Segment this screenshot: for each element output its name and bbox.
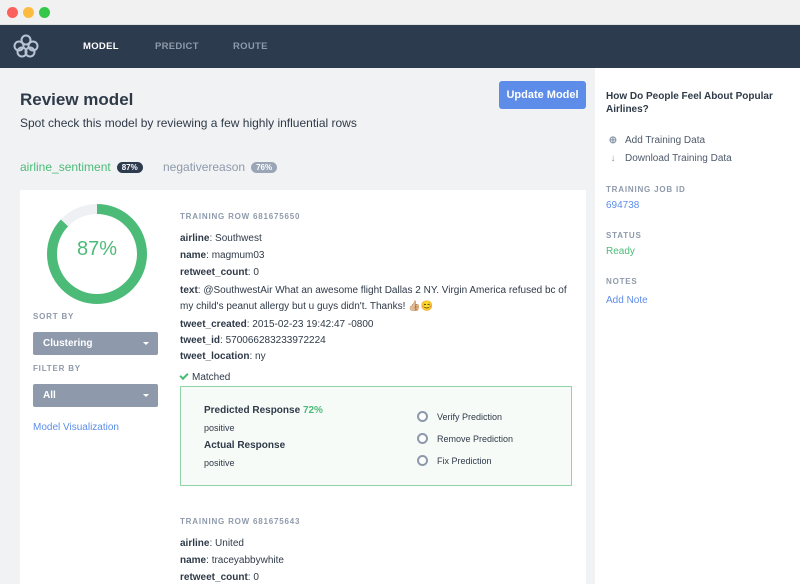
nav-tab-predict[interactable]: PREDICT (155, 41, 199, 52)
radio-button[interactable] (417, 455, 428, 466)
checkmark-icon (179, 370, 189, 381)
sort-by-select[interactable]: Clustering (33, 332, 158, 355)
project-title: How Do People Feel About Popular Airline… (606, 91, 773, 115)
plus-circle-icon: ⊕ (608, 135, 618, 146)
maximize-window-button[interactable] (39, 7, 50, 18)
field-airline: airline: United (180, 538, 244, 549)
nav-tab-route[interactable]: ROUTE (233, 41, 268, 52)
remove-prediction-option[interactable]: Remove Prediction (417, 433, 513, 444)
download-arrow-icon: ↓ (610, 153, 616, 164)
page-title: Review model (20, 90, 134, 109)
field-retweet-count: retweet_count: 0 (180, 572, 259, 583)
minimize-window-button[interactable] (23, 7, 34, 18)
predicted-response-label: Predicted Response 72% (204, 405, 323, 416)
filter-by-select[interactable]: All (33, 384, 158, 407)
nav-tab-model[interactable]: MODEL (83, 41, 119, 52)
field-text: text: @SouthwestAir What an awesome flig… (180, 285, 567, 312)
filter-by-label: FILTER BY (33, 364, 81, 373)
accuracy-pill: 76% (251, 162, 278, 173)
filter-by-value: All (43, 390, 56, 401)
status-label: STATUS (606, 231, 642, 240)
app-logo-icon[interactable] (12, 34, 40, 58)
fix-prediction-option[interactable]: Fix Prediction (417, 455, 492, 466)
radio-button[interactable] (417, 411, 428, 422)
prediction-box: Predicted Response 72% positive Actual R… (180, 386, 572, 486)
top-navbar: MODEL PREDICT ROUTE (0, 25, 800, 68)
training-job-id-label: TRAINING JOB ID (606, 185, 686, 194)
download-training-data-link[interactable]: ↓ Download Training Data (608, 153, 732, 164)
add-training-data-link[interactable]: ⊕ Add Training Data (608, 135, 705, 146)
status-value: Ready (606, 246, 635, 257)
predicted-response-value: positive (204, 423, 235, 433)
predicted-confidence: 72% (302, 405, 323, 416)
field-name: name: traceyabbywhite (180, 555, 284, 566)
sort-by-value: Clustering (43, 338, 93, 349)
label-tab-negativereason[interactable]: negativereason 76% (163, 160, 278, 174)
chevron-down-icon (143, 394, 149, 397)
training-job-id-link[interactable]: 694738 (606, 200, 639, 211)
sort-by-label: SORT BY (33, 312, 75, 321)
actual-response-label: Actual Response (204, 440, 286, 451)
label-tab-name: negativereason (163, 160, 246, 174)
add-note-link[interactable]: Add Note (606, 295, 648, 306)
radio-button[interactable] (417, 433, 428, 444)
chevron-down-icon (143, 342, 149, 345)
model-visualization-link[interactable]: Model Visualization (33, 422, 119, 433)
accuracy-pill: 87% (116, 162, 143, 173)
training-row-heading: TRAINING ROW 681675643 (180, 517, 301, 526)
verify-prediction-option[interactable]: Verify Prediction (417, 411, 502, 422)
update-model-button[interactable]: Update Model (499, 81, 586, 109)
field-tweet-created: tweet_created: 2015-02-23 19:42:47 -0800 (180, 319, 374, 330)
field-tweet-id: tweet_id: 570066283233972224 (180, 335, 326, 346)
actual-response-value: positive (204, 458, 235, 468)
field-tweet-location: tweet_location: ny (180, 351, 266, 362)
main-panel: Review model Spot check this model by re… (0, 68, 595, 584)
matched-status: Matched (179, 370, 231, 383)
close-window-button[interactable] (7, 7, 18, 18)
training-row-heading: TRAINING ROW 681675650 (180, 212, 301, 221)
field-name: name: magmum03 (180, 250, 265, 261)
label-tab-name: airline_sentiment (20, 160, 111, 174)
field-airline: airline: Southwest (180, 233, 262, 244)
page-subtitle: Spot check this model by reviewing a few… (20, 116, 357, 130)
review-card: 87% SORT BY Clustering FILTER BY All Mod… (20, 190, 586, 584)
notes-label: NOTES (606, 277, 638, 286)
matched-label: Matched (192, 372, 231, 383)
window-titlebar (0, 0, 800, 25)
field-retweet-count: retweet_count: 0 (180, 267, 259, 278)
accuracy-percent: 87% (76, 238, 118, 260)
label-tab-airline-sentiment[interactable]: airline_sentiment 87% (20, 160, 143, 174)
